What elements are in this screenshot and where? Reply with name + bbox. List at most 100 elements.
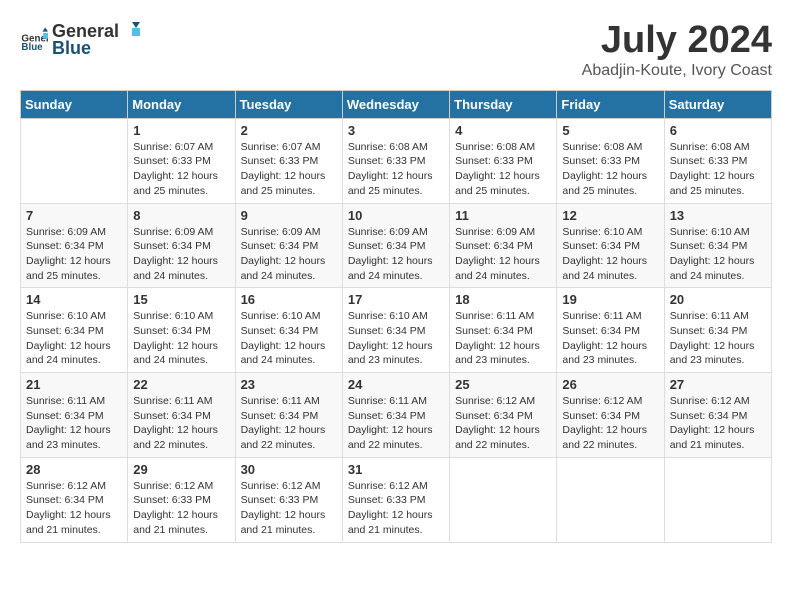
day-info: Sunrise: 6:10 AM Sunset: 6:34 PM Dayligh… [241, 309, 337, 368]
day-number: 15 [133, 292, 229, 307]
day-info: Sunrise: 6:08 AM Sunset: 6:33 PM Dayligh… [670, 140, 766, 199]
table-row: 1Sunrise: 6:07 AM Sunset: 6:33 PM Daylig… [128, 118, 235, 203]
day-info: Sunrise: 6:10 AM Sunset: 6:34 PM Dayligh… [133, 309, 229, 368]
day-number: 11 [455, 208, 551, 223]
table-row [664, 457, 771, 542]
col-sunday: Sunday [21, 90, 128, 118]
day-number: 30 [241, 462, 337, 477]
day-number: 27 [670, 377, 766, 392]
day-number: 24 [348, 377, 444, 392]
day-number: 6 [670, 123, 766, 138]
day-number: 14 [26, 292, 122, 307]
day-number: 8 [133, 208, 229, 223]
logo: General Blue General Blue [20, 20, 143, 59]
header: General Blue General Blue July 2024 Abad… [20, 20, 772, 80]
day-info: Sunrise: 6:09 AM Sunset: 6:34 PM Dayligh… [348, 225, 444, 284]
table-row: 19Sunrise: 6:11 AM Sunset: 6:34 PM Dayli… [557, 288, 664, 373]
table-row: 28Sunrise: 6:12 AM Sunset: 6:34 PM Dayli… [21, 457, 128, 542]
day-info: Sunrise: 6:10 AM Sunset: 6:34 PM Dayligh… [562, 225, 658, 284]
table-row: 31 Sunrise: 6:12 AM Sunset: 6:33 PM Dayli… [342, 457, 449, 542]
day-info: Sunrise: 6:12 AM Sunset: 6:33 PM Dayligh… [348, 479, 444, 538]
calendar-table: Sunday Monday Tuesday Wednesday Thursday… [20, 90, 772, 543]
day-number: 13 [670, 208, 766, 223]
col-thursday: Thursday [450, 90, 557, 118]
table-row: 8 Sunrise: 6:09 AM Sunset: 6:34 PM Daylig… [128, 203, 235, 288]
col-friday: Friday [557, 90, 664, 118]
table-row: 10 Sunrise: 6:09 AM Sunset: 6:34 PM Dayli… [342, 203, 449, 288]
day-number: 31 [348, 462, 444, 477]
day-info: Sunrise: 6:07 AM Sunset: 6:33 PM Dayligh… [241, 140, 337, 199]
day-number: 10 [348, 208, 444, 223]
day-number: 23 [241, 377, 337, 392]
day-number: 17 [348, 292, 444, 307]
day-number: 20 [670, 292, 766, 307]
col-wednesday: Wednesday [342, 90, 449, 118]
title-area: July 2024 Abadjin-Koute, Ivory Coast [582, 20, 772, 80]
table-row: 4 Sunrise: 6:08 AM Sunset: 6:33 PM Daylig… [450, 118, 557, 203]
table-row: 27Sunrise: 6:12 AM Sunset: 6:34 PM Dayli… [664, 373, 771, 458]
day-number: 25 [455, 377, 551, 392]
day-info: Sunrise: 6:12 AM Sunset: 6:34 PM Dayligh… [562, 394, 658, 453]
day-info: Sunrise: 6:12 AM Sunset: 6:34 PM Dayligh… [26, 479, 122, 538]
table-row: 2 Sunrise: 6:07 AM Sunset: 6:33 PM Daylig… [235, 118, 342, 203]
day-info: Sunrise: 6:09 AM Sunset: 6:34 PM Dayligh… [26, 225, 122, 284]
table-row: 30 Sunrise: 6:12 AM Sunset: 6:33 PM Dayli… [235, 457, 342, 542]
day-number: 16 [241, 292, 337, 307]
day-info: Sunrise: 6:11 AM Sunset: 6:34 PM Dayligh… [670, 309, 766, 368]
table-row: 14Sunrise: 6:10 AM Sunset: 6:34 PM Dayli… [21, 288, 128, 373]
table-row: 23Sunrise: 6:11 AM Sunset: 6:34 PM Dayli… [235, 373, 342, 458]
calendar-week-row: 1Sunrise: 6:07 AM Sunset: 6:33 PM Daylig… [21, 118, 772, 203]
table-row: 11Sunrise: 6:09 AM Sunset: 6:34 PM Dayli… [450, 203, 557, 288]
table-row: 12 Sunrise: 6:10 AM Sunset: 6:34 PM Dayli… [557, 203, 664, 288]
day-info: Sunrise: 6:12 AM Sunset: 6:33 PM Dayligh… [133, 479, 229, 538]
day-info: Sunrise: 6:09 AM Sunset: 6:34 PM Dayligh… [133, 225, 229, 284]
location-subtitle: Abadjin-Koute, Ivory Coast [582, 62, 772, 80]
table-row [450, 457, 557, 542]
day-info: Sunrise: 6:11 AM Sunset: 6:34 PM Dayligh… [133, 394, 229, 453]
table-row: 6 Sunrise: 6:08 AM Sunset: 6:33 PM Daylig… [664, 118, 771, 203]
day-number: 22 [133, 377, 229, 392]
day-info: Sunrise: 6:07 AM Sunset: 6:33 PM Dayligh… [133, 140, 229, 199]
day-info: Sunrise: 6:10 AM Sunset: 6:34 PM Dayligh… [670, 225, 766, 284]
table-row: 24 Sunrise: 6:11 AM Sunset: 6:34 PM Dayli… [342, 373, 449, 458]
calendar-week-row: 21Sunrise: 6:11 AM Sunset: 6:34 PM Dayli… [21, 373, 772, 458]
day-number: 9 [241, 208, 337, 223]
day-number: 12 [562, 208, 658, 223]
day-number: 4 [455, 123, 551, 138]
day-info: Sunrise: 6:08 AM Sunset: 6:33 PM Dayligh… [348, 140, 444, 199]
svg-text:Blue: Blue [21, 41, 43, 52]
day-number: 29 [133, 462, 229, 477]
table-row: 7Sunrise: 6:09 AM Sunset: 6:34 PM Daylig… [21, 203, 128, 288]
table-row: 3 Sunrise: 6:08 AM Sunset: 6:33 PM Daylig… [342, 118, 449, 203]
calendar-header-row: Sunday Monday Tuesday Wednesday Thursday… [21, 90, 772, 118]
calendar-week-row: 14 Sunrise: 6:10 AM Sunset: 6:34 PM Dayli… [21, 288, 772, 373]
calendar-week-row: 7Sunrise: 6:09 AM Sunset: 6:34 PM Daylig… [21, 203, 772, 288]
day-number: 2 [241, 123, 337, 138]
table-row: 29 Sunrise: 6:12 AM Sunset: 6:33 PM Dayli… [128, 457, 235, 542]
day-info: Sunrise: 6:11 AM Sunset: 6:34 PM Dayligh… [348, 394, 444, 453]
table-row: 9 Sunrise: 6:09 AM Sunset: 6:34 PM Daylig… [235, 203, 342, 288]
col-tuesday: Tuesday [235, 90, 342, 118]
table-row: 20 Sunrise: 6:11 AM Sunset: 6:34 PM Dayli… [664, 288, 771, 373]
day-number: 3 [348, 123, 444, 138]
day-info: Sunrise: 6:08 AM Sunset: 6:33 PM Dayligh… [455, 140, 551, 199]
col-saturday: Saturday [664, 90, 771, 118]
day-number: 18 [455, 292, 551, 307]
day-info: Sunrise: 6:11 AM Sunset: 6:34 PM Dayligh… [455, 309, 551, 368]
table-row: 16 Sunrise: 6:10 AM Sunset: 6:34 PM Dayli… [235, 288, 342, 373]
table-row: 22 Sunrise: 6:11 AM Sunset: 6:34 PM Dayli… [128, 373, 235, 458]
table-row: 21Sunrise: 6:11 AM Sunset: 6:34 PM Dayli… [21, 373, 128, 458]
day-info: Sunrise: 6:12 AM Sunset: 6:34 PM Dayligh… [455, 394, 551, 453]
calendar-week-row: 28Sunrise: 6:12 AM Sunset: 6:34 PM Dayli… [21, 457, 772, 542]
table-row: 26Sunrise: 6:12 AM Sunset: 6:34 PM Dayli… [557, 373, 664, 458]
logo-icon: General Blue [20, 26, 48, 54]
day-info: Sunrise: 6:12 AM Sunset: 6:33 PM Dayligh… [241, 479, 337, 538]
day-info: Sunrise: 6:11 AM Sunset: 6:34 PM Dayligh… [26, 394, 122, 453]
table-row: 17Sunrise: 6:10 AM Sunset: 6:34 PM Dayli… [342, 288, 449, 373]
day-number: 5 [562, 123, 658, 138]
table-row: 13 Sunrise: 6:10 AM Sunset: 6:34 PM Dayli… [664, 203, 771, 288]
logo-blue-icon [120, 20, 142, 42]
day-info: Sunrise: 6:09 AM Sunset: 6:34 PM Dayligh… [241, 225, 337, 284]
table-row [21, 118, 128, 203]
day-number: 19 [562, 292, 658, 307]
